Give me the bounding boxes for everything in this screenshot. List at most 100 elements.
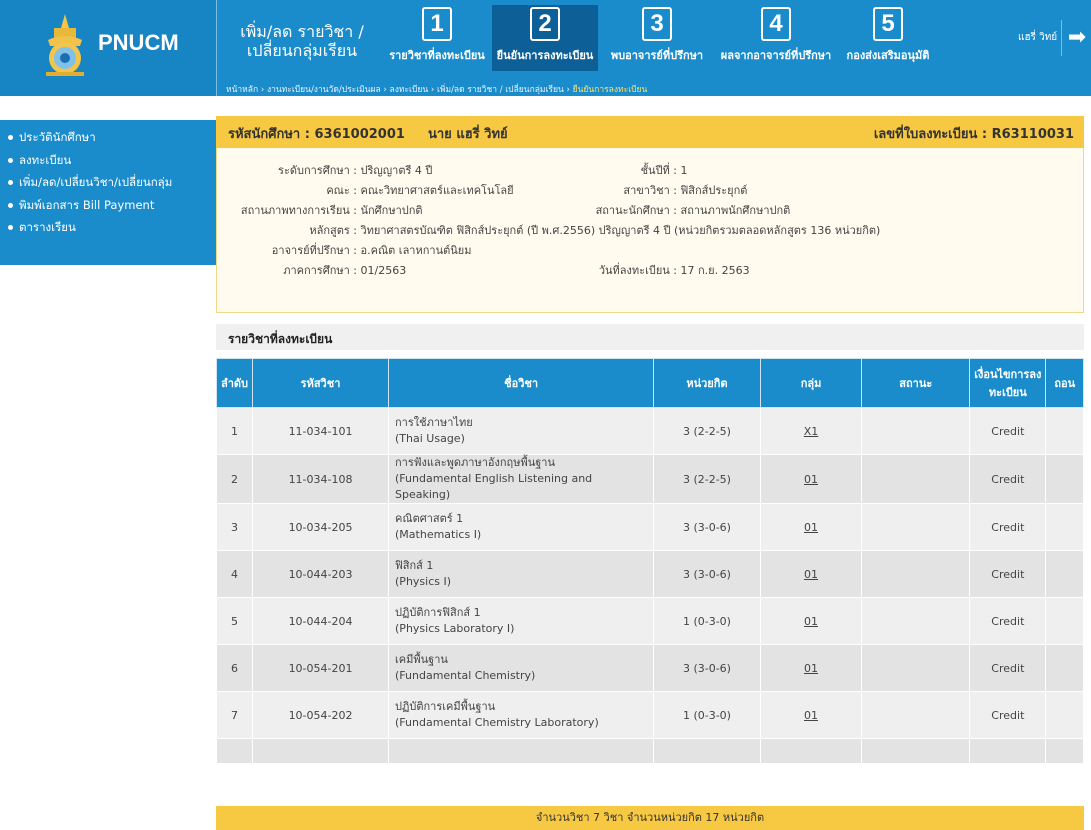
step-2[interactable]: 2 ยืนยันการลงทะเบียน	[492, 5, 598, 71]
info-value: คณะวิทยาศาสตร์และเทคโนโลยี	[360, 184, 514, 197]
university-emblem-icon	[46, 14, 84, 76]
sidebar-item-timetable[interactable]: ตารางเรียน	[0, 216, 216, 239]
breadcrumb: หน้าหลัก › งานทะเบียน/งานวัด/ประเมินผล ›…	[226, 82, 647, 96]
table-row: 3 10-034-205 คณิตศาสตร์ 1 (Mathematics I)…	[215, 503, 1084, 551]
registration-number: เลขที่ใบลงทะเบียน : R63110031	[873, 127, 1074, 142]
step-1[interactable]: 1 รายวิชาที่ลงทะเบียน	[384, 5, 490, 71]
info-row-study-status: สถานภาพทางการเรียน : นักศึกษาปกติ	[217, 201, 423, 219]
cell-code: 10-044-204	[252, 597, 390, 645]
breadcrumb-path[interactable]: หน้าหลัก › งานทะเบียน/งานวัด/ประเมินผล ›…	[226, 85, 573, 95]
info-row-curriculum: หลักสูตร : วิทยาศาสตรบัณฑิต ฟิสิกส์ประยุ…	[217, 221, 880, 239]
cell-group: 01	[759, 597, 863, 645]
col-header-status: สถานะ	[861, 358, 971, 408]
step-5[interactable]: 5 กองส่งเสริมอนุมัติ	[836, 5, 940, 71]
sidebar-item-bill-payment[interactable]: พิมพ์เอกสาร Bill Payment	[0, 194, 216, 217]
cell-credit: 3 (3-0-6)	[653, 644, 761, 692]
table-row: 7 10-054-202 ปฏิบัติการเคมีพื้นฐาน (Funda…	[215, 691, 1084, 739]
step-4[interactable]: 4 ผลจากอาจารย์ที่ปรึกษา	[716, 5, 836, 71]
cell-withdraw	[1045, 503, 1084, 551]
cell-empty	[969, 738, 1047, 764]
col-header-condition: เงื่อนไขการลงทะเบียน	[969, 358, 1047, 408]
info-label: สถานะนักศึกษา :	[595, 204, 677, 217]
logout-arrow-icon[interactable]: ➡	[1061, 20, 1091, 56]
info-value: 01/2563	[360, 264, 407, 277]
cell-empty	[653, 738, 761, 764]
cell-condition: Credit	[969, 644, 1047, 692]
course-name-en: (Thai Usage)	[395, 432, 465, 445]
course-name-th: การใช้ภาษาไทย	[395, 416, 473, 429]
cell-no: 2	[215, 454, 254, 504]
cell-withdraw	[1045, 550, 1084, 598]
group-link[interactable]: 01	[804, 709, 818, 722]
course-table: ลำดับ รหัสวิชา ชื่อวิชา หน่วยกิต กลุ่ม ส…	[215, 358, 1084, 764]
sidebar-item-add-drop[interactable]: เพิ่ม/ลด/เปลี่ยนวิชา/เปลี่ยนกลุ่ม	[0, 171, 216, 194]
info-row-reg-date: วันที่ลงทะเบียน : 17 ก.ย. 2563	[567, 261, 750, 279]
cell-withdraw	[1045, 454, 1084, 504]
logo-area[interactable]: PNUCM	[0, 0, 217, 96]
cell-code: 11-034-101	[252, 407, 390, 455]
col-header-credit: หน่วยกิต	[653, 358, 761, 408]
course-name-th: การฟังและพูดภาษาอังกฤษพื้นฐาน	[395, 456, 555, 469]
cell-name: ปฏิบัติการเคมีพื้นฐาน (Fundamental Chemis…	[388, 691, 655, 739]
cell-code: 10-054-202	[252, 691, 390, 739]
cell-empty	[252, 738, 390, 764]
sidebar-item-label: เพิ่ม/ลด/เปลี่ยนวิชา/เปลี่ยนกลุ่ม	[19, 175, 173, 189]
bullet-icon	[8, 225, 13, 230]
app-logo-text: PNUCM	[98, 30, 179, 55]
cell-withdraw	[1045, 597, 1084, 645]
group-link[interactable]: 01	[804, 568, 818, 581]
cell-name: ปฏิบัติการฟิสิกส์ 1 (Physics Laboratory I…	[388, 597, 655, 645]
cell-status	[861, 503, 971, 551]
info-label: ระดับการศึกษา :	[278, 164, 357, 177]
sidebar-item-label: ประวัตินักศึกษา	[19, 130, 96, 144]
cell-credit: 3 (2-2-5)	[653, 454, 761, 504]
info-row-level: ระดับการศึกษา : ปริญญาตรี 4 ปี	[217, 161, 432, 179]
sidebar-item-student-profile[interactable]: ประวัตินักศึกษา	[0, 126, 216, 149]
user-name[interactable]: แฮรี่ วิทย์	[1018, 30, 1057, 45]
cell-status	[861, 550, 971, 598]
table-row: 6 10-054-201 เคมีพื้นฐาน (Fundamental Che…	[215, 644, 1084, 692]
info-label: ชั้นปีที่ :	[640, 164, 677, 177]
cell-condition: Credit	[969, 454, 1047, 504]
info-row-major: สาขาวิชา : ฟิสิกส์ประยุกต์	[567, 181, 747, 199]
cell-condition: Credit	[969, 691, 1047, 739]
group-link[interactable]: 01	[804, 521, 818, 534]
sidebar-item-label: ลงทะเบียน	[19, 152, 72, 167]
cell-group: X1	[759, 407, 863, 455]
group-link[interactable]: 01	[804, 615, 818, 628]
info-label: สาขาวิชา :	[623, 184, 677, 197]
group-link[interactable]: X1	[804, 425, 819, 438]
cell-status	[861, 644, 971, 692]
cell-condition: Credit	[969, 407, 1047, 455]
cell-credit: 3 (3-0-6)	[653, 550, 761, 598]
cell-code: 10-044-203	[252, 550, 390, 598]
col-header-code: รหัสวิชา	[252, 358, 390, 408]
step-label: พบอาจารย์ที่ปรึกษา	[610, 49, 704, 62]
info-label: วันที่ลงทะเบียน :	[598, 264, 677, 277]
step-number: 5	[873, 7, 903, 41]
bullet-icon	[8, 157, 13, 163]
info-value: วิทยาศาสตรบัณฑิต ฟิสิกส์ประยุกต์ (ปี พ.ศ…	[360, 224, 881, 237]
course-name-th: เคมีพื้นฐาน	[395, 653, 448, 666]
cell-status	[861, 597, 971, 645]
cell-condition: Credit	[969, 550, 1047, 598]
step-label: ยืนยันการลงทะเบียน	[496, 49, 594, 62]
table-row: 5 10-044-204 ปฏิบัติการฟิสิกส์ 1 (Physics…	[215, 597, 1084, 645]
info-value: นักศึกษาปกติ	[360, 204, 423, 217]
group-link[interactable]: 01	[804, 662, 818, 675]
step-3[interactable]: 3 พบอาจารย์ที่ปรึกษา	[602, 5, 712, 71]
cell-no: 1	[215, 407, 254, 455]
group-link[interactable]: 01	[804, 473, 818, 486]
student-info-bar: รหัสนักศึกษา : 6361002001 นาย แฮรี่ วิทย…	[216, 116, 1084, 148]
cell-name: การใช้ภาษาไทย (Thai Usage)	[388, 407, 655, 455]
info-value: ฟิสิกส์ประยุกต์	[680, 184, 748, 197]
cell-name: คณิตศาสตร์ 1 (Mathematics I)	[388, 503, 655, 551]
cell-empty	[1045, 738, 1084, 764]
col-header-name: ชื่อวิชา	[388, 358, 655, 408]
cell-no: 6	[215, 644, 254, 692]
sidebar-item-register[interactable]: ลงทะเบียน	[0, 149, 216, 172]
table-row: 1 11-034-101 การใช้ภาษาไทย (Thai Usage) 3…	[215, 407, 1084, 455]
step-number: 4	[761, 7, 791, 41]
cell-group: 01	[759, 691, 863, 739]
cell-condition: Credit	[969, 597, 1047, 645]
